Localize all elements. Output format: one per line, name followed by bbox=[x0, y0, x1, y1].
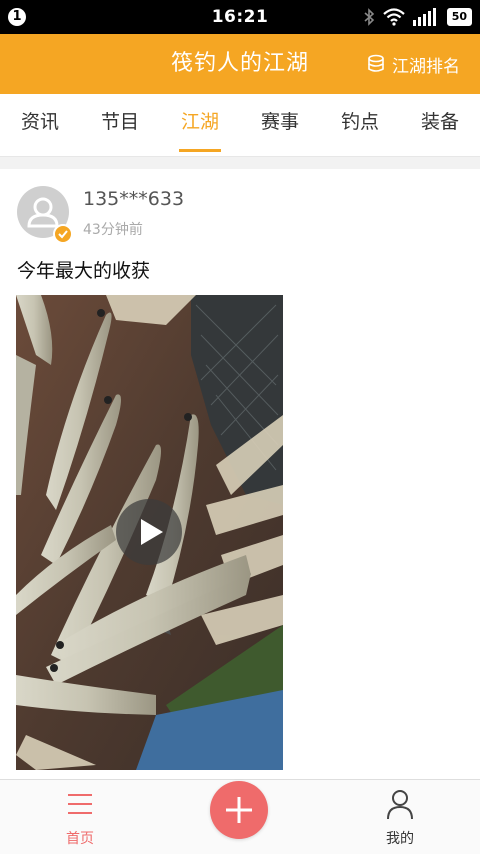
menu-icon bbox=[68, 794, 92, 814]
bluetooth-icon bbox=[364, 8, 374, 26]
user-icon bbox=[387, 790, 413, 820]
play-button[interactable] bbox=[116, 499, 182, 565]
rank-button[interactable]: 江湖排名 bbox=[367, 51, 460, 77]
app-header: 筏钓人的江湖 江湖排名 bbox=[0, 34, 480, 94]
status-bar: 1 16:21 50 bbox=[0, 0, 480, 34]
status-icons: 50 bbox=[363, 7, 472, 27]
tab-gear[interactable]: 装备 bbox=[410, 94, 470, 156]
plus-icon bbox=[226, 797, 252, 823]
verified-badge-icon bbox=[53, 224, 73, 244]
tab-bar: 资讯 节目 江湖 赛事 钓点 装备 bbox=[0, 94, 480, 157]
tab-spots[interactable]: 钓点 bbox=[330, 94, 390, 156]
nav-home[interactable]: 首页 bbox=[30, 780, 130, 854]
active-tab-indicator bbox=[179, 149, 221, 152]
nav-home-label: 首页 bbox=[66, 831, 94, 847]
coins-icon bbox=[368, 54, 384, 72]
post-username[interactable]: 135***633 bbox=[83, 188, 184, 210]
tab-programs[interactable]: 节目 bbox=[90, 94, 150, 156]
nav-mine-label: 我的 bbox=[386, 831, 414, 847]
tab-jianghu[interactable]: 江湖 bbox=[170, 94, 230, 156]
wifi-icon bbox=[382, 8, 405, 26]
tab-events[interactable]: 赛事 bbox=[250, 94, 310, 156]
video-thumbnail[interactable] bbox=[16, 295, 283, 770]
play-icon bbox=[141, 519, 163, 545]
tab-news[interactable]: 资讯 bbox=[10, 94, 70, 156]
nav-mine[interactable]: 我的 bbox=[350, 780, 450, 854]
post-time: 43分钟前 bbox=[83, 222, 143, 238]
rank-label: 江湖排名 bbox=[392, 56, 460, 77]
add-post-button[interactable] bbox=[210, 781, 268, 839]
section-divider bbox=[0, 157, 480, 169]
battery-icon: 50 bbox=[446, 8, 472, 26]
signal-icon bbox=[412, 8, 436, 26]
post-title[interactable]: 今年最大的收获 bbox=[17, 256, 150, 283]
